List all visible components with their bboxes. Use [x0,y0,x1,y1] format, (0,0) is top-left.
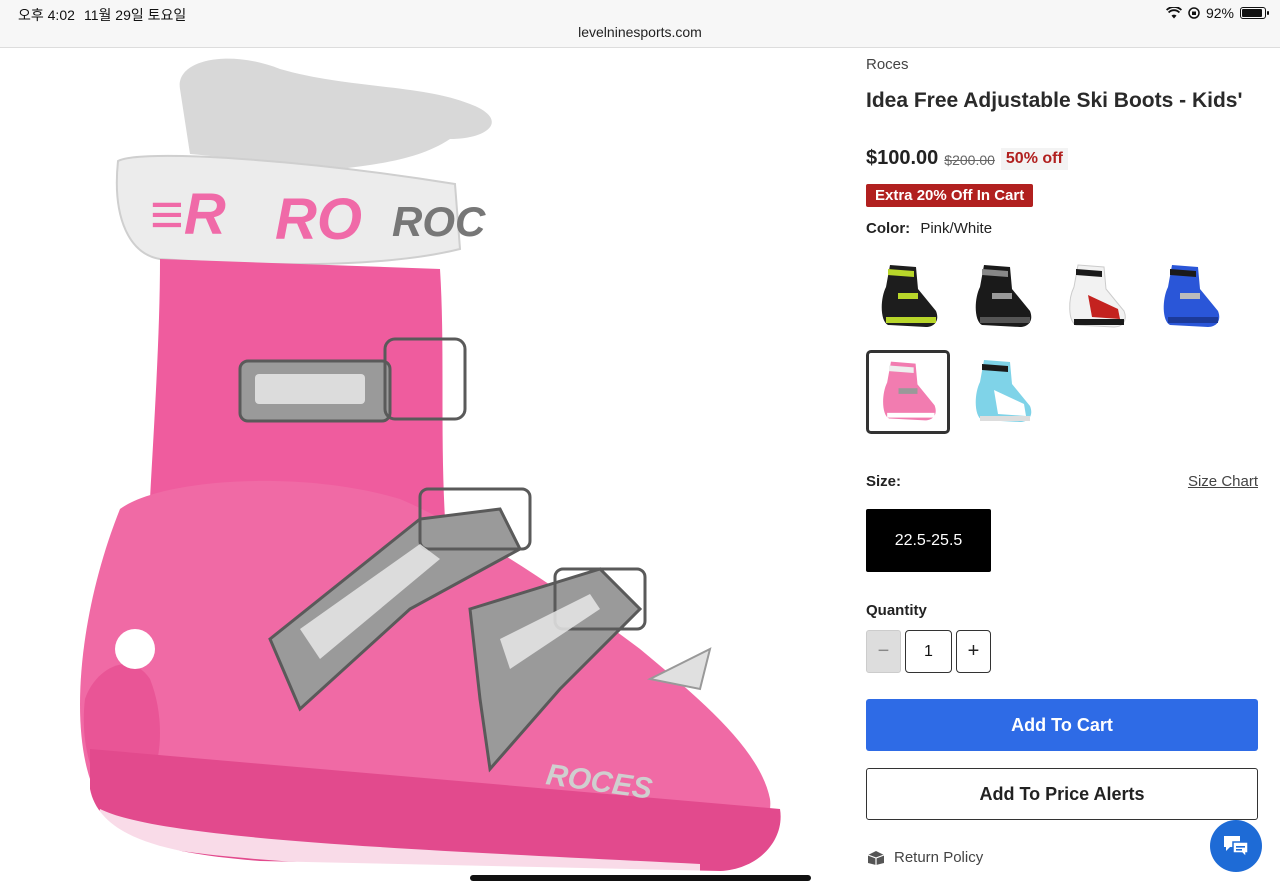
product-title: Idea Free Adjustable Ski Boots - Kids' [866,89,1243,112]
boot-thumbnail-icon [975,360,1032,422]
return-policy-label: Return Policy [894,849,984,866]
wifi-icon [1165,7,1182,19]
swatch-black-grey[interactable] [960,255,1044,339]
swatch-white-red[interactable] [1054,255,1138,339]
chat-icon [1224,836,1249,859]
color-value: Pink/White [920,220,993,237]
browser-top-bar: 오후 4:02 11월 29일 토요일 92% levelninesports.… [0,0,1280,48]
promo-badge: Extra 20% Off In Cart [866,184,1034,207]
status-date: 11월 29일 토요일 [84,7,187,23]
quantity-label: Quantity [866,602,927,619]
quantity-decrease-button[interactable]: − [866,630,901,673]
color-selection-label: Color: Pink/White [866,220,992,237]
original-price: $200.00 [944,152,995,168]
product-image[interactable]: ≡R RO ROC ROCES [0,49,830,889]
swatch-blue[interactable] [1148,255,1232,339]
battery-icon [1240,7,1269,19]
chat-button[interactable] [1210,820,1262,872]
boot-thumbnail-icon [975,265,1032,327]
url-bar[interactable]: levelninesports.com [0,24,1280,40]
swatch-pink-white[interactable] [866,350,950,434]
box-icon [867,850,885,865]
orientation-lock-icon [1188,7,1200,19]
quantity-increase-button[interactable]: + [956,630,991,673]
current-price: $100.00 [866,147,939,169]
boot-thumbnail-icon [881,265,938,327]
battery-fill [1242,9,1263,17]
add-to-cart-button[interactable]: Add To Cart [866,699,1258,751]
add-to-price-alerts-button[interactable]: Add To Price Alerts [866,768,1258,820]
swatch-light-blue-white[interactable] [960,350,1044,434]
color-label: Color: [866,220,911,237]
swatch-black-lime[interactable] [866,255,950,339]
home-indicator[interactable] [470,875,811,881]
svg-text:ROC: ROC [392,198,486,245]
svg-text:≡R: ≡R [150,182,226,247]
size-chart-link[interactable]: Size Chart [1188,473,1258,490]
brand-name[interactable]: Roces [866,56,909,73]
return-policy-link[interactable]: Return Policy [866,849,983,866]
quantity-input[interactable] [905,630,952,673]
status-indicators: 92% [1165,5,1269,21]
boot-thumbnail-icon [1069,264,1126,328]
svg-text:RO: RO [275,187,362,252]
color-swatches [866,255,1258,435]
boot-thumbnail-icon [1163,265,1220,327]
boot-thumbnail-icon [883,361,936,421]
size-option-button[interactable]: 22.5-25.5 [866,509,991,572]
discount-badge: 50% off [1000,147,1068,170]
status-time: 오후 4:02 [18,7,75,23]
size-label: Size: [866,473,902,490]
battery-percent: 92% [1205,5,1234,21]
price-row: $100.00 $200.00 50% off [866,147,1068,170]
